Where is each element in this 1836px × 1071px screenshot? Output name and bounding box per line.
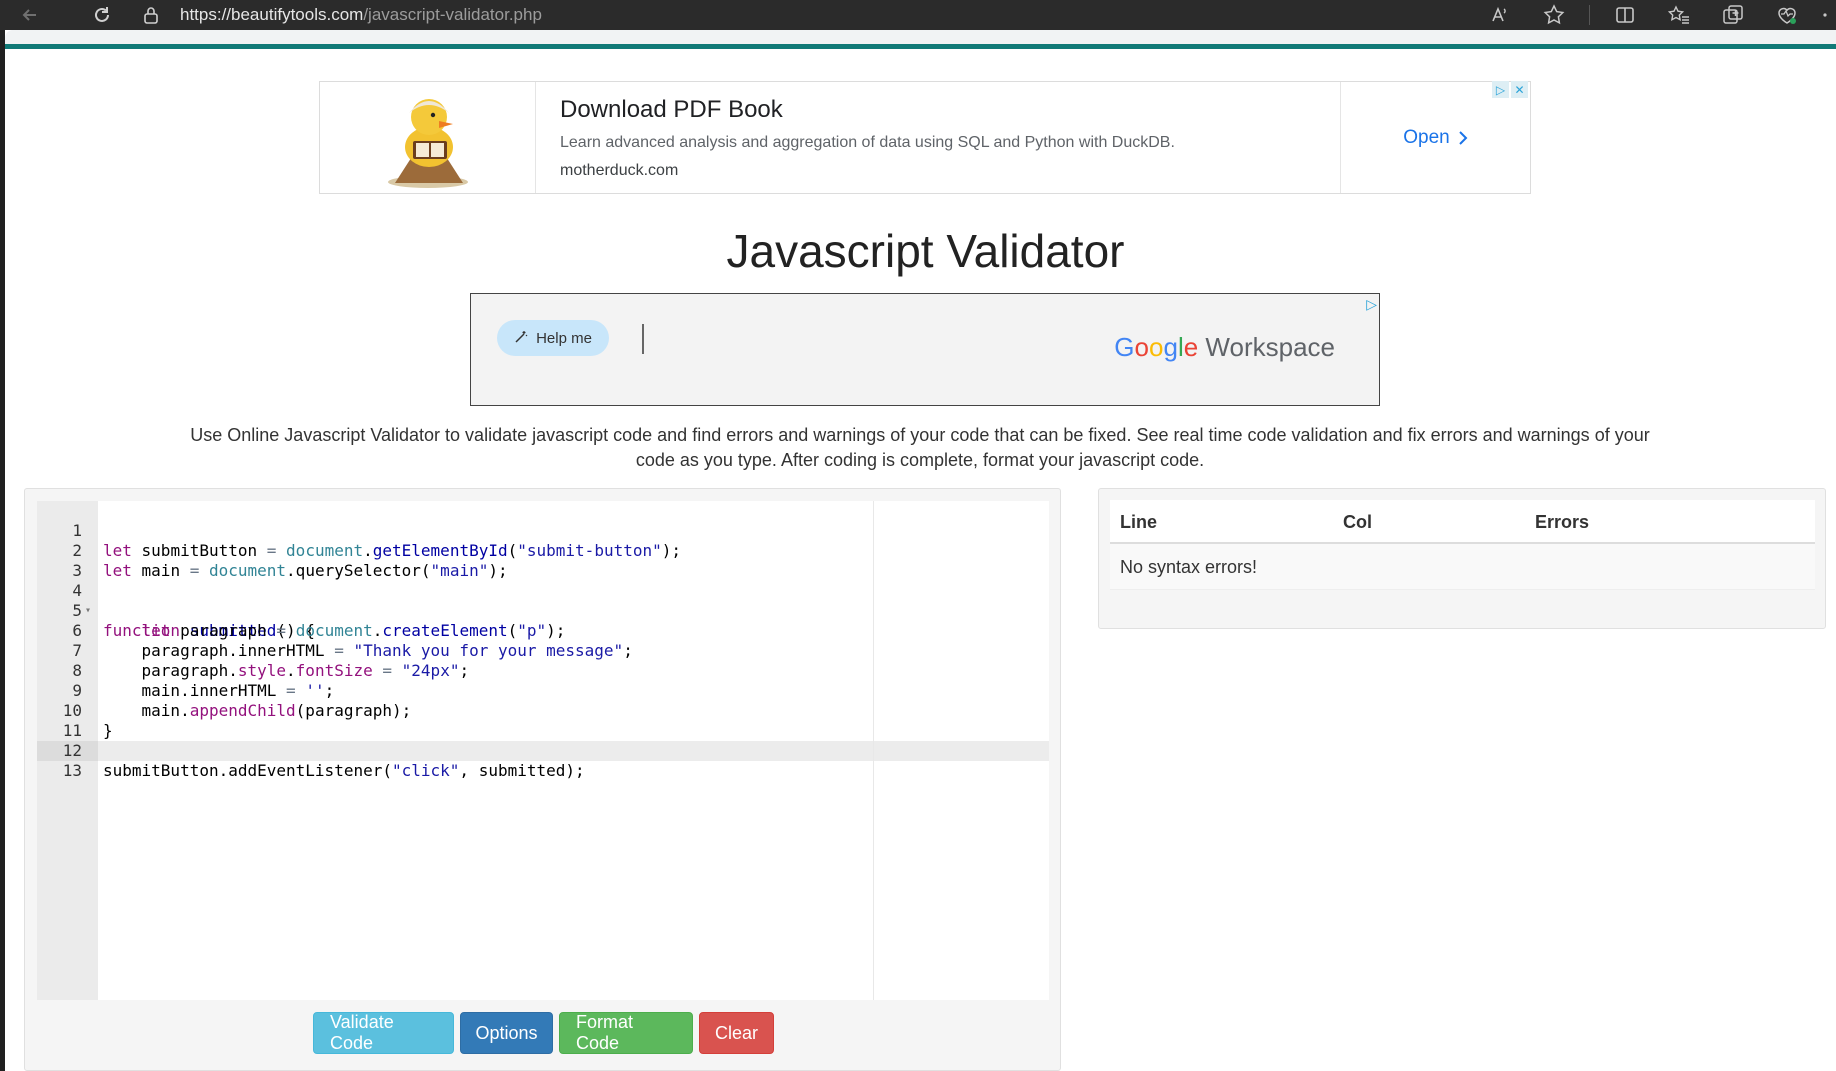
google-wordmark: Google [1114, 332, 1199, 362]
column-header-col: Col [1343, 512, 1372, 532]
code-editor[interactable]: 1 let submitButton = document.getElement… [37, 501, 1049, 1000]
window-edge [0, 30, 5, 1071]
lock-icon[interactable] [140, 4, 162, 26]
page-top-strip [5, 30, 1836, 44]
adchoices-icon[interactable]: ▷ [1492, 81, 1509, 98]
page-description: Use Online Javascript Validator to valid… [190, 425, 1650, 470]
favorites-icon[interactable] [1652, 0, 1706, 30]
code-text: submitButton.addEventListener("click", s… [103, 761, 585, 780]
header-accent-line [5, 44, 1836, 49]
ad-banner-workspace[interactable]: Help me Google Workspace ▷ [470, 293, 1380, 406]
ad-title[interactable]: Download PDF Book [560, 96, 1175, 124]
more-icon[interactable] [1814, 0, 1836, 30]
code-line[interactable]: 13 [37, 741, 95, 780]
options-button[interactable]: Options [460, 1012, 553, 1054]
editor-panel: 1 let submitButton = document.getElement… [24, 488, 1061, 1071]
code-line[interactable]: 4 ▾ function submitted() { [37, 561, 315, 640]
help-me-button[interactable]: Help me [497, 320, 609, 356]
code-line[interactable]: 3 [37, 541, 95, 580]
toolbar-divider [1589, 5, 1590, 25]
url-path: /javascript-validator.php [363, 5, 542, 24]
code-text: paragraph.style.fontSize = "24px"; [103, 661, 470, 680]
code-text: let main = document.querySelector("main"… [103, 561, 508, 580]
ad-open-button[interactable]: Open [1340, 82, 1530, 193]
errors-table-row: No syntax errors! [1110, 544, 1815, 590]
browser-essentials-icon[interactable] [1760, 0, 1814, 30]
code-line[interactable]: 9 main.appendChild(paragraph); [37, 661, 411, 720]
url-host: https://beautifytools.com [180, 5, 364, 24]
code-text: let paragraph = document.createElement("… [141, 621, 566, 640]
code-line[interactable]: 1 let submitButton = document.getElement… [37, 501, 681, 560]
code-line[interactable]: 8 main.innerHTML = ''; [37, 641, 334, 700]
reload-icon[interactable] [84, 0, 120, 30]
code-line[interactable]: 6 paragraph.innerHTML = "Thank you for y… [37, 601, 632, 660]
validate-code-button[interactable]: Validate Code [313, 1012, 454, 1054]
code-line[interactable]: 12 submitButton.addEventListener("click"… [37, 721, 585, 780]
code-text: } [103, 721, 113, 740]
ad-domain[interactable]: motherduck.com [560, 162, 1175, 180]
help-me-label: Help me [536, 329, 592, 347]
workspace-label: Workspace [1205, 332, 1335, 362]
ad-close-icon[interactable]: ✕ [1511, 81, 1528, 98]
collections-icon[interactable] [1706, 0, 1760, 30]
adchoices-icon[interactable]: ▷ [1366, 296, 1377, 313]
code-line[interactable]: 10 } [37, 681, 113, 740]
browser-actions [1473, 0, 1836, 30]
format-code-button[interactable]: Format Code [559, 1012, 693, 1054]
code-text: main.appendChild(paragraph); [103, 701, 412, 720]
print-margin [873, 501, 874, 1000]
split-screen-icon[interactable] [1598, 0, 1652, 30]
address-bar[interactable]: https://beautifytools.com/javascript-val… [140, 2, 542, 28]
clear-button[interactable]: Clear [699, 1012, 774, 1054]
ad-description: Learn advanced analysis and aggregation … [560, 134, 1175, 151]
page-title: Javascript Validator [726, 225, 1125, 277]
line-number: 13 [62, 761, 82, 780]
back-icon[interactable] [12, 0, 48, 30]
ad-text-block: Download PDF Book Learn advanced analysi… [560, 96, 1175, 180]
url-text[interactable]: https://beautifytools.com/javascript-val… [180, 5, 542, 25]
errors-table: Line Col Errors No syntax errors! [1110, 500, 1815, 590]
code-line[interactable]: 7 paragraph.style.fontSize = "24px"; [37, 621, 469, 680]
text-cursor [642, 324, 644, 354]
code-text: let submitButton = document.getElementBy… [103, 541, 682, 560]
chevron-right-icon [1459, 130, 1468, 145]
column-header-line: Line [1120, 512, 1158, 532]
read-aloud-icon[interactable] [1473, 0, 1527, 30]
favorite-star-icon[interactable] [1527, 0, 1581, 30]
google-workspace-logo[interactable]: Google Workspace [1114, 332, 1335, 363]
errors-table-header: Line Col Errors [1110, 500, 1815, 544]
editor-button-row: Validate Code Options Format Code Clear [25, 1012, 1062, 1054]
ad-banner-top[interactable]: Download PDF Book Learn advanced analysi… [319, 81, 1531, 194]
code-text: paragraph.innerHTML = "Thank you for you… [103, 641, 633, 660]
ad-open-label: Open [1403, 126, 1450, 148]
code-text: main.innerHTML = ''; [103, 681, 335, 700]
ad-choices: ▷ ✕ [1492, 81, 1528, 98]
magic-wand-icon [514, 330, 528, 347]
code-line[interactable]: 2 let main = document.querySelector("mai… [37, 521, 507, 580]
active-line-highlight [37, 741, 1049, 761]
browser-toolbar: https://beautifytools.com/javascript-val… [0, 0, 1836, 30]
code-line[interactable]: 5 let paragraph = document.createElement… [37, 581, 565, 640]
duck-reading-image[interactable] [320, 82, 536, 193]
code-line[interactable]: 11 [37, 701, 95, 740]
errors-panel: Line Col Errors No syntax errors! [1098, 488, 1826, 629]
column-header-errors: Errors [1535, 512, 1590, 532]
